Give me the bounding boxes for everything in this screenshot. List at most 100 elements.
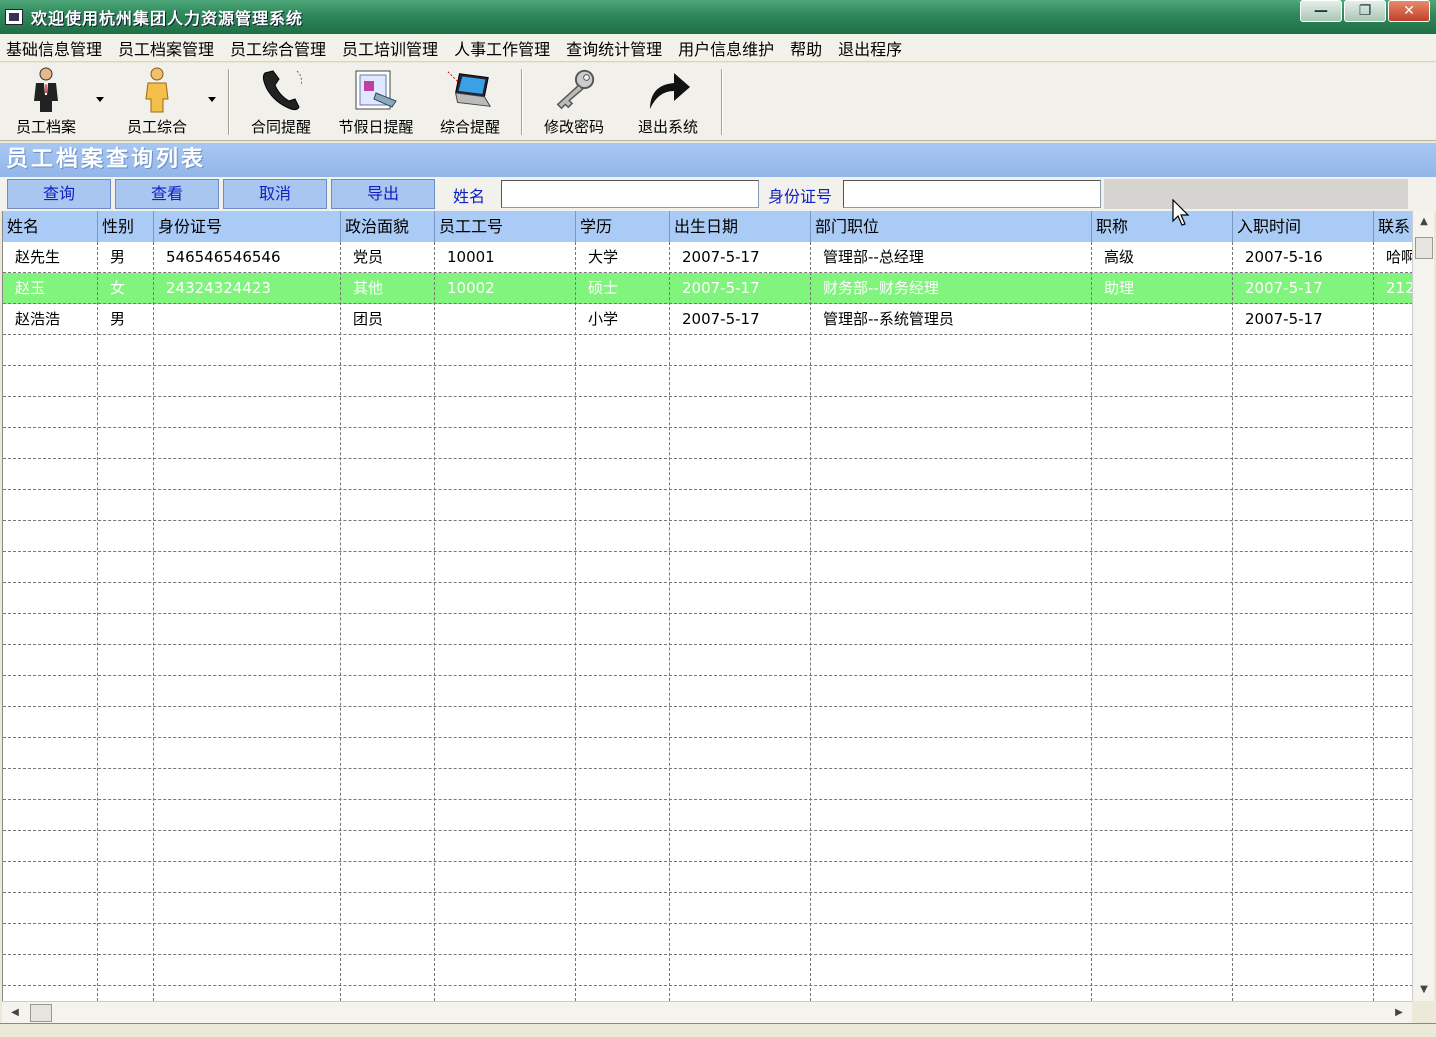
empty-row-line: [3, 923, 1412, 924]
vertical-scroll-thumb[interactable]: [1415, 237, 1433, 259]
scroll-right-icon[interactable]: ▶: [1388, 1002, 1410, 1024]
empty-row-line: [3, 489, 1412, 490]
column-header-name[interactable]: 姓名: [3, 211, 98, 242]
maximize-button[interactable]: ❐: [1344, 0, 1386, 22]
contract-reminder-tool-button[interactable]: 合同提醒: [244, 67, 318, 137]
empty-row-line: [3, 861, 1412, 862]
empty-row-line: [3, 768, 1412, 769]
column-header-idcard[interactable]: 身份证号: [154, 211, 341, 242]
column-separator: [575, 242, 576, 1001]
menu-personnel-work[interactable]: 人事工作管理: [446, 36, 558, 60]
idcard-search-input[interactable]: [843, 180, 1101, 208]
change-password-tool-button[interactable]: 修改密码: [536, 67, 612, 137]
cell-birth-date: 2007-5-17: [682, 310, 760, 328]
scroll-left-icon[interactable]: ◀: [4, 1002, 26, 1024]
employee-general-dropdown-icon[interactable]: [208, 97, 216, 102]
toolbar: 员工档案 员工综合 合同提醒 节假日提醒 综合提醒 修改密码 退出系统: [0, 63, 1436, 141]
employee-general-tool-button[interactable]: 员工综合: [118, 67, 196, 137]
empty-row-line: [3, 737, 1412, 738]
grid-header: 姓名 性别 身份证号 政治面貌 员工工号 学历 出生日期 部门职位 职称 入职时间 联系: [3, 211, 1412, 242]
contract-reminder-label: 合同提醒: [250, 118, 311, 136]
column-separator: [153, 242, 154, 1001]
cell-name: 赵玉: [15, 279, 46, 297]
column-header-title[interactable]: 职称: [1092, 211, 1233, 242]
general-reminder-tool-button[interactable]: 综合提醒: [432, 67, 508, 137]
toolbar-separator: [721, 69, 723, 135]
minimize-button[interactable]: —: [1300, 0, 1342, 22]
menu-basic-info[interactable]: 基础信息管理: [0, 36, 110, 60]
query-button[interactable]: 查询: [7, 179, 111, 209]
scroll-up-icon[interactable]: ▲: [1413, 211, 1435, 233]
cell-name: 赵浩浩: [15, 310, 61, 328]
card-icon: [352, 68, 400, 112]
scroll-down-icon[interactable]: ▼: [1413, 979, 1435, 1001]
column-header-hire-date[interactable]: 入职时间: [1233, 211, 1374, 242]
employee-file-tool-button[interactable]: 员工档案: [8, 67, 84, 137]
menu-exit[interactable]: 退出程序: [830, 36, 910, 60]
empty-row-line: [3, 954, 1412, 955]
cell-name: 赵先生: [15, 248, 61, 266]
general-reminder-label: 综合提醒: [439, 118, 500, 136]
view-button[interactable]: 查看: [115, 179, 219, 209]
column-separator: [810, 242, 811, 1001]
empty-row-line: [3, 551, 1412, 552]
column-header-contact[interactable]: 联系: [1374, 211, 1412, 242]
close-button[interactable]: ✕: [1388, 0, 1430, 22]
status-bar: [0, 1023, 1436, 1037]
cell-idcard: [154, 304, 341, 335]
empty-row-line: [3, 985, 1412, 986]
menu-user-info[interactable]: 用户信息维护: [670, 36, 782, 60]
cell-idcard: 24324324423: [166, 279, 271, 297]
column-separator: [340, 242, 341, 1001]
table-row[interactable]: 赵浩浩 男 团员 小学 2007-5-17 管理部--系统管理员 2007-5-17: [3, 304, 1412, 335]
cell-gender: 男: [110, 248, 126, 266]
menu-query-stats[interactable]: 查询统计管理: [558, 36, 670, 60]
column-separator: [434, 242, 435, 1001]
column-header-gender[interactable]: 性别: [98, 211, 154, 242]
app-icon: [5, 9, 23, 25]
cell-department-position: 财务部--财务经理: [823, 279, 939, 297]
cell-contact: [1374, 304, 1412, 335]
horizontal-scrollbar[interactable]: ◀ ▶: [2, 1001, 1412, 1023]
cell-hire-date: 2007-5-17: [1245, 279, 1323, 297]
cell-education: 大学: [588, 248, 619, 266]
menu-help[interactable]: 帮助: [782, 36, 830, 60]
cell-hire-date: 2007-5-16: [1245, 248, 1323, 266]
column-separator: [669, 242, 670, 1001]
column-header-department-position[interactable]: 部门职位: [811, 211, 1092, 242]
column-header-education[interactable]: 学历: [576, 211, 670, 242]
employee-file-dropdown-icon[interactable]: [96, 97, 104, 102]
window-controls: — ❐ ✕: [1300, 0, 1430, 22]
menu-employee-general[interactable]: 员工综合管理: [222, 36, 334, 60]
name-search-input[interactable]: [501, 180, 759, 208]
export-button[interactable]: 导出: [331, 179, 435, 209]
table-row[interactable]: 赵玉 女 24324324423 其他 10002 硕士 2007-5-17 财务部--财务经…: [3, 273, 1412, 304]
vertical-scrollbar[interactable]: ▲ ▼: [1412, 211, 1434, 1001]
cancel-button[interactable]: 取消: [223, 179, 327, 209]
horizontal-scroll-thumb[interactable]: [30, 1004, 52, 1022]
empty-row-line: [3, 830, 1412, 831]
column-separator: [1373, 242, 1374, 1001]
cell-title: 高级: [1104, 248, 1135, 266]
column-header-employee-id[interactable]: 员工工号: [435, 211, 576, 242]
name-search-label: 姓名: [453, 187, 486, 206]
menu-employee-file[interactable]: 员工档案管理: [110, 36, 222, 60]
menu-employee-training[interactable]: 员工培训管理: [334, 36, 446, 60]
column-separator: [1091, 242, 1092, 1001]
toolbar-filler: [1104, 179, 1408, 209]
forward-arrow-icon: [644, 68, 692, 112]
menu-bar: 基础信息管理 员工档案管理 员工综合管理 员工培训管理 人事工作管理 查询统计管…: [0, 34, 1436, 62]
mouse-cursor-icon: [1172, 199, 1190, 226]
toolbar-separator: [521, 69, 523, 135]
exit-system-tool-button[interactable]: 退出系统: [630, 67, 706, 137]
holiday-reminder-tool-button[interactable]: 节假日提醒: [332, 67, 420, 137]
table-row[interactable]: 赵先生 男 546546546546 党员 10001 大学 2007-5-17 管理部--总…: [3, 242, 1412, 273]
cell-title: 助理: [1104, 279, 1135, 297]
column-header-political-status[interactable]: 政治面貌: [341, 211, 435, 242]
empty-row-line: [3, 675, 1412, 676]
empty-row-line: [3, 365, 1412, 366]
column-header-birth-date[interactable]: 出生日期: [670, 211, 811, 242]
cell-political-status: 其他: [353, 279, 384, 297]
key-icon: [550, 68, 598, 112]
laptop-icon: [446, 68, 494, 112]
